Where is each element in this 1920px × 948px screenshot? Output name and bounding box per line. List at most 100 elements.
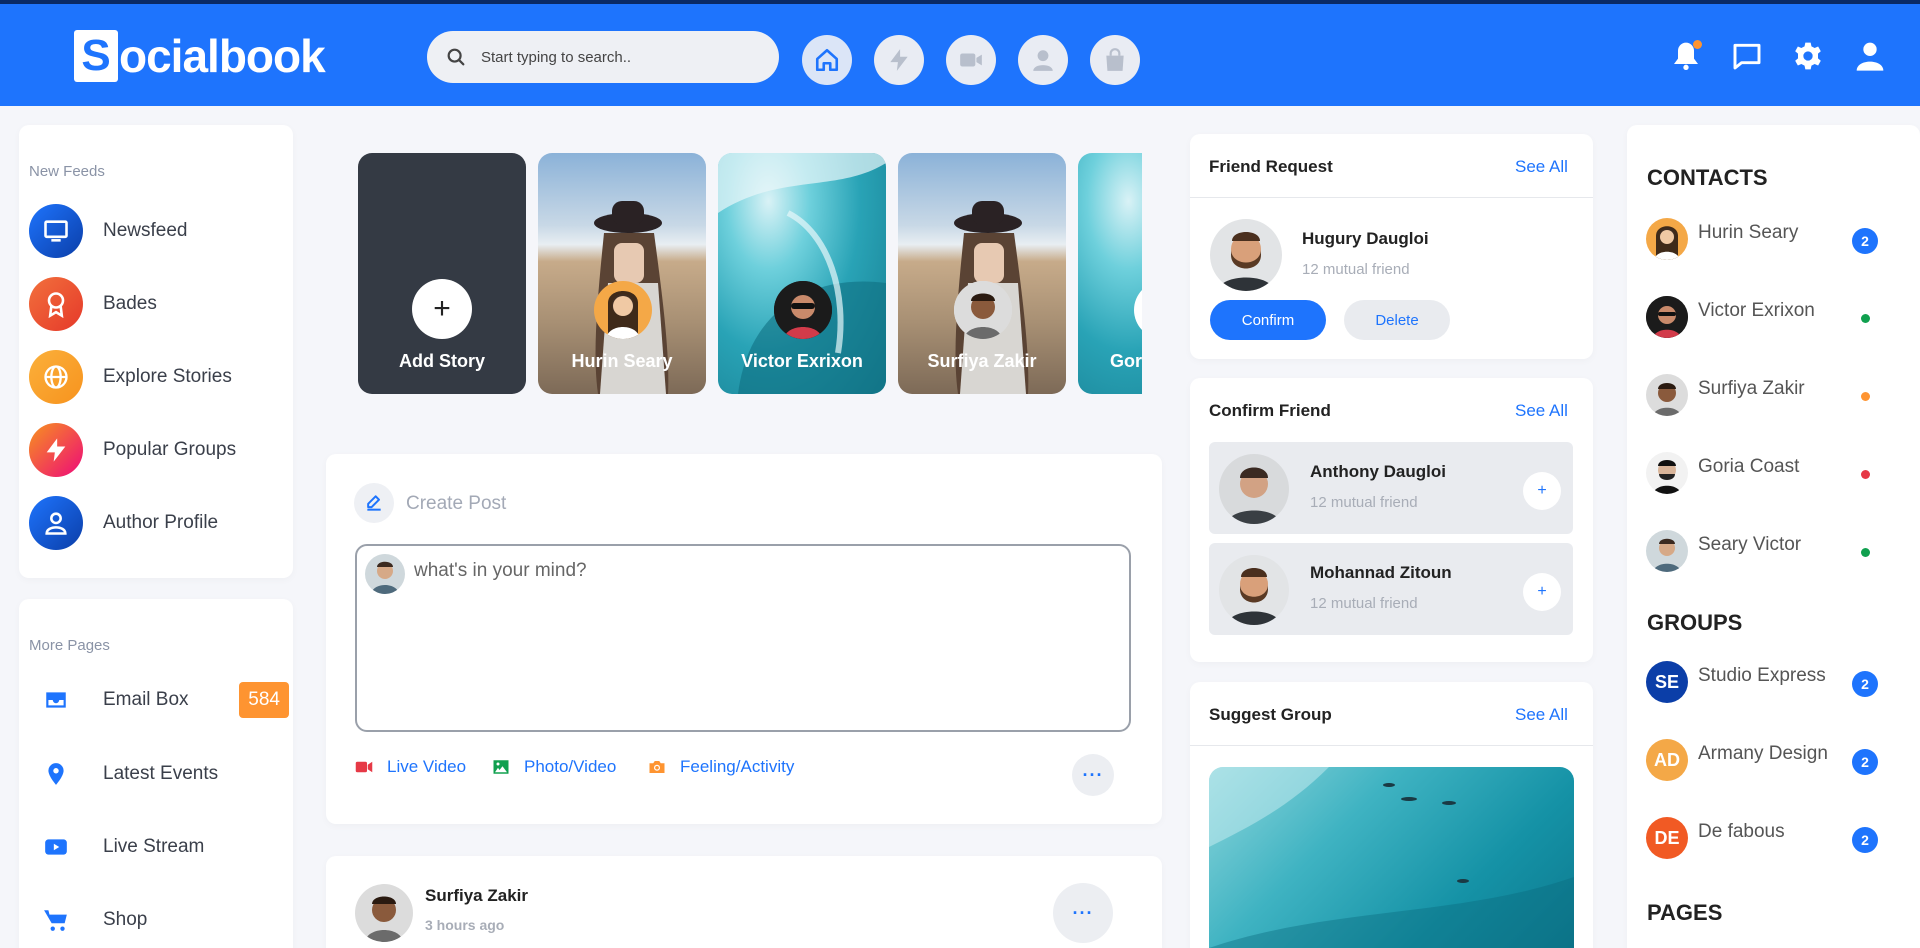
mutual-friends: 12 mutual friend: [1310, 595, 1418, 612]
nav-shop-button[interactable]: [1090, 35, 1140, 85]
settings-button[interactable]: [1790, 38, 1826, 74]
tv-icon: [44, 220, 68, 242]
post-more-button[interactable]: ···: [1053, 883, 1113, 943]
sidebar-item-latest-events[interactable]: Latest Events: [29, 759, 289, 789]
top-navbar: S ocialbook: [0, 0, 1920, 106]
add-friend-button[interactable]: +: [1523, 573, 1561, 611]
story-card-partial[interactable]: Gor: [1078, 153, 1142, 394]
search-icon: [447, 48, 465, 66]
sidebar-item-label: Email Box: [103, 689, 189, 710]
feeling-activity-button[interactable]: Feeling/Activity: [648, 757, 794, 777]
more-pages-title: More Pages: [29, 637, 110, 654]
story-card[interactable]: Hurin Seary: [538, 153, 706, 394]
avatar[interactable]: [355, 884, 413, 942]
avatar[interactable]: [1219, 555, 1289, 625]
sidebar-item-email-box[interactable]: Email Box 584: [29, 682, 289, 718]
more-pages-card: More Pages Email Box 584 Latest Events L…: [19, 599, 293, 948]
unread-badge: 2: [1852, 228, 1878, 254]
pages-title: PAGES: [1647, 900, 1723, 925]
friend-request-name[interactable]: Hugury Daugloi: [1302, 229, 1429, 249]
logo[interactable]: S ocialbook: [74, 30, 326, 82]
avatar[interactable]: [1219, 454, 1289, 524]
sidebar-item-label: Newsfeed: [103, 220, 188, 241]
contact-name: Goria Coast: [1698, 456, 1800, 477]
post-author[interactable]: Surfiya Zakir: [425, 886, 528, 906]
map-pin-icon: [48, 763, 64, 785]
add-friend-button[interactable]: +: [1523, 472, 1561, 510]
create-post-title[interactable]: Create Post: [406, 493, 506, 515]
sidebar-item-label: Shop: [103, 909, 148, 930]
sidebar-item-newsfeed[interactable]: Newsfeed: [29, 204, 188, 258]
contact-item[interactable]: Hurin Seary 2: [1646, 218, 1886, 262]
sidebar-item-popular-groups[interactable]: Popular Groups: [29, 423, 236, 477]
friend-request-title: Friend Request: [1209, 157, 1333, 176]
group-item[interactable]: SE Studio Express 2: [1646, 661, 1886, 705]
add-story-plus-icon[interactable]: +: [412, 279, 472, 339]
delete-button[interactable]: Delete: [1344, 300, 1450, 340]
search-bar[interactable]: [427, 31, 779, 83]
home-icon: [815, 48, 839, 72]
contact-item[interactable]: Goria Coast: [1646, 452, 1886, 496]
story-card[interactable]: Surfiya Zakir: [898, 153, 1066, 394]
story-label: Add Story: [398, 351, 485, 371]
friend-name[interactable]: Anthony Daugloi: [1310, 462, 1446, 482]
photo-video-button[interactable]: Photo/Video: [492, 757, 616, 777]
account-button[interactable]: [1852, 38, 1888, 74]
story-card[interactable]: Victor Exrixon: [718, 153, 886, 394]
sidebar-item-bades[interactable]: Bades: [29, 277, 157, 331]
video-icon: [355, 761, 373, 773]
avatar: [1646, 374, 1688, 416]
post-textarea[interactable]: what's in your mind?: [355, 544, 1131, 732]
nav-video-button[interactable]: [946, 35, 996, 85]
search-input[interactable]: [481, 48, 741, 66]
story-name: Surfiya Zakir: [927, 351, 1037, 371]
contact-item[interactable]: Seary Victor: [1646, 530, 1886, 574]
notifications-button[interactable]: [1668, 38, 1704, 74]
group-name: Armany Design: [1698, 743, 1828, 764]
group-avatar: AD: [1646, 739, 1688, 781]
create-post-more-button[interactable]: ···: [1072, 754, 1114, 796]
contacts-title: CONTACTS: [1647, 165, 1768, 190]
feed-icon-bg: [29, 423, 83, 477]
suggest-group-see-all-link[interactable]: See All: [1515, 705, 1568, 725]
sidebar-item-author-profile[interactable]: Author Profile: [29, 496, 218, 550]
feed-icon-bg: [29, 204, 83, 258]
contact-item[interactable]: Victor Exrixon: [1646, 296, 1886, 340]
confirm-friend-title: Confirm Friend: [1209, 401, 1331, 420]
lightning-icon: [890, 49, 908, 71]
avatar: [1646, 218, 1688, 260]
page-icon-wrap: [29, 685, 83, 715]
avatar[interactable]: [1210, 219, 1282, 291]
create-post-icon-button[interactable]: [354, 483, 394, 523]
friend-name[interactable]: Mohannad Zitoun: [1310, 563, 1452, 583]
add-story-card[interactable]: + Add Story: [358, 153, 526, 394]
group-cover-image[interactable]: [1209, 767, 1574, 948]
story-name: Hurin Seary: [571, 351, 673, 371]
contact-item[interactable]: Surfiya Zakir: [1646, 374, 1886, 418]
confirm-friend-see-all-link[interactable]: See All: [1515, 401, 1568, 421]
logo-mark: S: [74, 30, 118, 82]
group-name: Studio Express: [1698, 665, 1826, 686]
group-item[interactable]: DE De fabous 2: [1646, 817, 1886, 861]
inbox-icon: [46, 692, 66, 708]
live-video-button[interactable]: Live Video: [355, 757, 466, 777]
contact-name: Victor Exrixon: [1698, 300, 1815, 321]
sidebar-item-label: Live Stream: [103, 836, 205, 857]
sidebar-item-shop[interactable]: Shop: [29, 905, 289, 935]
sidebar-item-live-stream[interactable]: Live Stream: [29, 832, 289, 862]
confirm-button[interactable]: Confirm: [1210, 300, 1326, 340]
group-item[interactable]: AD Armany Design 2: [1646, 739, 1886, 783]
friend-request-see-all-link[interactable]: See All: [1515, 157, 1568, 177]
action-label: Photo/Video: [524, 757, 617, 776]
page-icon-wrap: [29, 905, 83, 935]
nav-profile-button[interactable]: [1018, 35, 1068, 85]
messages-button[interactable]: [1729, 38, 1765, 74]
group-avatar: SE: [1646, 661, 1688, 703]
nav-lightning-button[interactable]: [874, 35, 924, 85]
nav-home-button[interactable]: [802, 35, 852, 85]
busy-status-dot: [1861, 470, 1870, 479]
sidebar-item-label: Explore Stories: [103, 366, 232, 387]
sidebar-item-explore-stories[interactable]: Explore Stories: [29, 350, 232, 404]
user-icon: [1033, 50, 1053, 71]
story-avatar: [954, 281, 1012, 339]
